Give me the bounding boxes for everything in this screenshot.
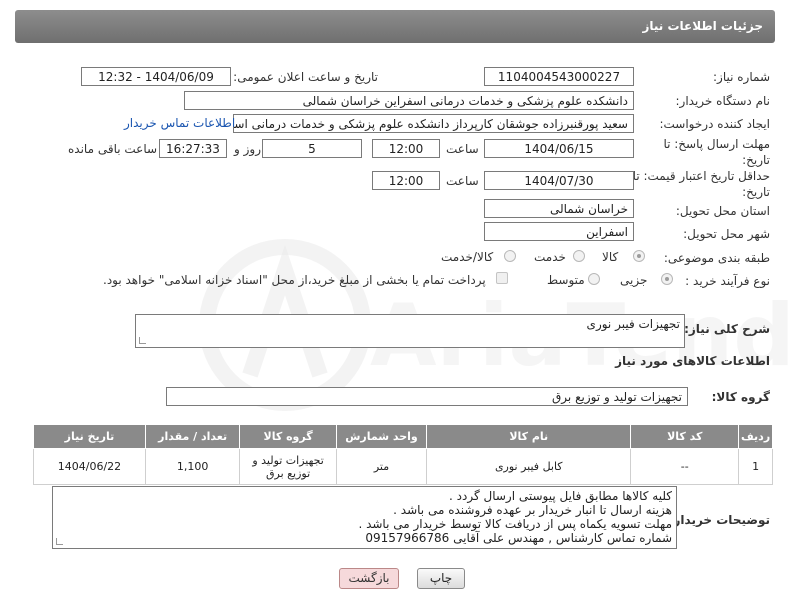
category-radio-both[interactable] (504, 250, 516, 262)
buyer-note-line: هزینه ارسال تا انبار خریدار بر عهده فروش… (393, 503, 672, 517)
col-unit: واحد شمارش (335, 424, 428, 449)
price-validity-label: حداقل تاریخ اعتبار قیمت: تا تاریخ: (632, 169, 770, 199)
cell-qty: 1,100 (144, 448, 241, 485)
purchase-radio-minor[interactable] (661, 273, 673, 285)
description-label: شرح کلی نیاز: (684, 322, 770, 336)
buyer-notes-textarea[interactable]: کلیه کالاها مطابق فایل پیوستی ارسال گردد… (52, 486, 677, 549)
cell-unit: متر (335, 448, 428, 485)
city-label: شهر محل تحویل: (683, 227, 770, 241)
goods-group-label: گروه کالا: (711, 390, 770, 404)
goods-table: ردیف کد کالا نام کالا واحد شمارش گروه کا… (33, 424, 773, 485)
col-qty: تعداد / مقدار (144, 424, 241, 449)
need-number-label: شماره نیاز: (713, 70, 770, 84)
purchase-radio-medium[interactable] (588, 273, 600, 285)
col-row: ردیف (738, 424, 773, 449)
buyer-notes-label: توضیحات خریدار: (668, 513, 770, 527)
requester-field: سعید پورقنبرزاده جوشقان کارپرداز دانشکده… (233, 114, 634, 133)
panel-header: جزئیات اطلاعات نیاز (15, 10, 775, 43)
buyer-org-label: نام دستگاه خریدار: (675, 94, 771, 108)
reply-time-field: 12:00 (372, 139, 440, 158)
need-number-field: 1104004543000227 (484, 67, 634, 86)
reply-time-label: ساعت (446, 142, 479, 156)
back-button[interactable]: بازگشت (339, 568, 399, 589)
requester-label: ایجاد کننده درخواست: (659, 117, 770, 131)
col-group: گروه کالا (239, 424, 337, 449)
city-field: اسفراین (484, 222, 634, 241)
price-date-field: 1404/07/30 (484, 171, 634, 190)
reply-date-field: 1404/06/15 (484, 139, 634, 158)
treasury-payment-note: پرداخت تمام یا بخشی از مبلغ خرید،از محل … (103, 273, 486, 287)
buyer-note-line: مهلت تسویه یکماه پس از دریافت کالا توسط … (358, 517, 672, 531)
table-header-row: ردیف کد کالا نام کالا واحد شمارش گروه کا… (33, 424, 773, 449)
cell-date: 1404/06/22 (33, 448, 146, 485)
province-field: خراسان شمالی (484, 199, 634, 218)
cell-name: کابل فیبر نوری (426, 448, 632, 485)
cell-group: تجهیزات تولید و توزیع برق (239, 448, 337, 485)
treasury-payment-checkbox[interactable] (496, 272, 508, 284)
price-time-label: ساعت (446, 174, 479, 188)
description-text: تجهیزات فیبر نوری (586, 317, 680, 331)
buyer-contact-link[interactable]: اطلاعات تماس خریدار (124, 116, 235, 130)
purchase-type-label: نوع فرآیند خرید : (685, 274, 770, 288)
description-textarea[interactable]: تجهیزات فیبر نوری (135, 314, 685, 348)
category-option-both: کالا/خدمت (441, 250, 494, 264)
remaining-label: ساعت باقی مانده (68, 142, 158, 156)
announce-label: تاریخ و ساعت اعلان عمومی: (233, 70, 378, 84)
buyer-note-line: کلیه کالاها مطابق فایل پیوستی ارسال گردد… (449, 489, 672, 503)
goods-group-field: تجهیزات تولید و توزیع برق (166, 387, 688, 406)
purchase-option-minor: جزیی (620, 273, 648, 287)
resize-handle[interactable] (139, 337, 146, 344)
announce-field: 1404/06/09 - 12:32 (81, 67, 231, 86)
remaining-time-field: 16:27:33 (159, 139, 227, 158)
panel-title: جزئیات اطلاعات نیاز (642, 19, 763, 33)
days-field: 5 (262, 139, 362, 158)
price-time-field: 12:00 (372, 171, 440, 190)
goods-section-title: اطلاعات کالاهای مورد نیاز (615, 354, 770, 368)
days-label: روز و (234, 142, 261, 156)
category-option-service: خدمت (534, 250, 566, 264)
category-label: طبقه بندی موضوعی: (663, 251, 770, 265)
buyer-note-line: شماره تماس کارشناس , مهندس علی آقایی 091… (365, 531, 672, 545)
province-label: استان محل تحویل: (675, 204, 770, 218)
cell-row: 1 (738, 448, 773, 485)
reply-deadline-label: مهلت ارسال پاسخ: تا تاریخ: (663, 137, 770, 167)
purchase-option-medium: متوسط (547, 273, 585, 287)
category-radio-service[interactable] (573, 250, 585, 262)
col-code: کد کالا (630, 424, 740, 449)
buyer-org-field: دانشکده علوم پزشکی و خدمات درمانی اسفرای… (184, 91, 634, 110)
print-button[interactable]: چاپ (417, 568, 465, 589)
table-row: 1 -- کابل فیبر نوری متر تجهیزات تولید و … (33, 448, 773, 485)
col-date: تاریخ نیاز (33, 424, 146, 449)
category-radio-goods[interactable] (633, 250, 645, 262)
cell-code: -- (630, 448, 740, 485)
col-name: نام کالا (426, 424, 632, 449)
category-option-goods: کالا (602, 250, 619, 264)
resize-handle[interactable] (56, 538, 63, 545)
